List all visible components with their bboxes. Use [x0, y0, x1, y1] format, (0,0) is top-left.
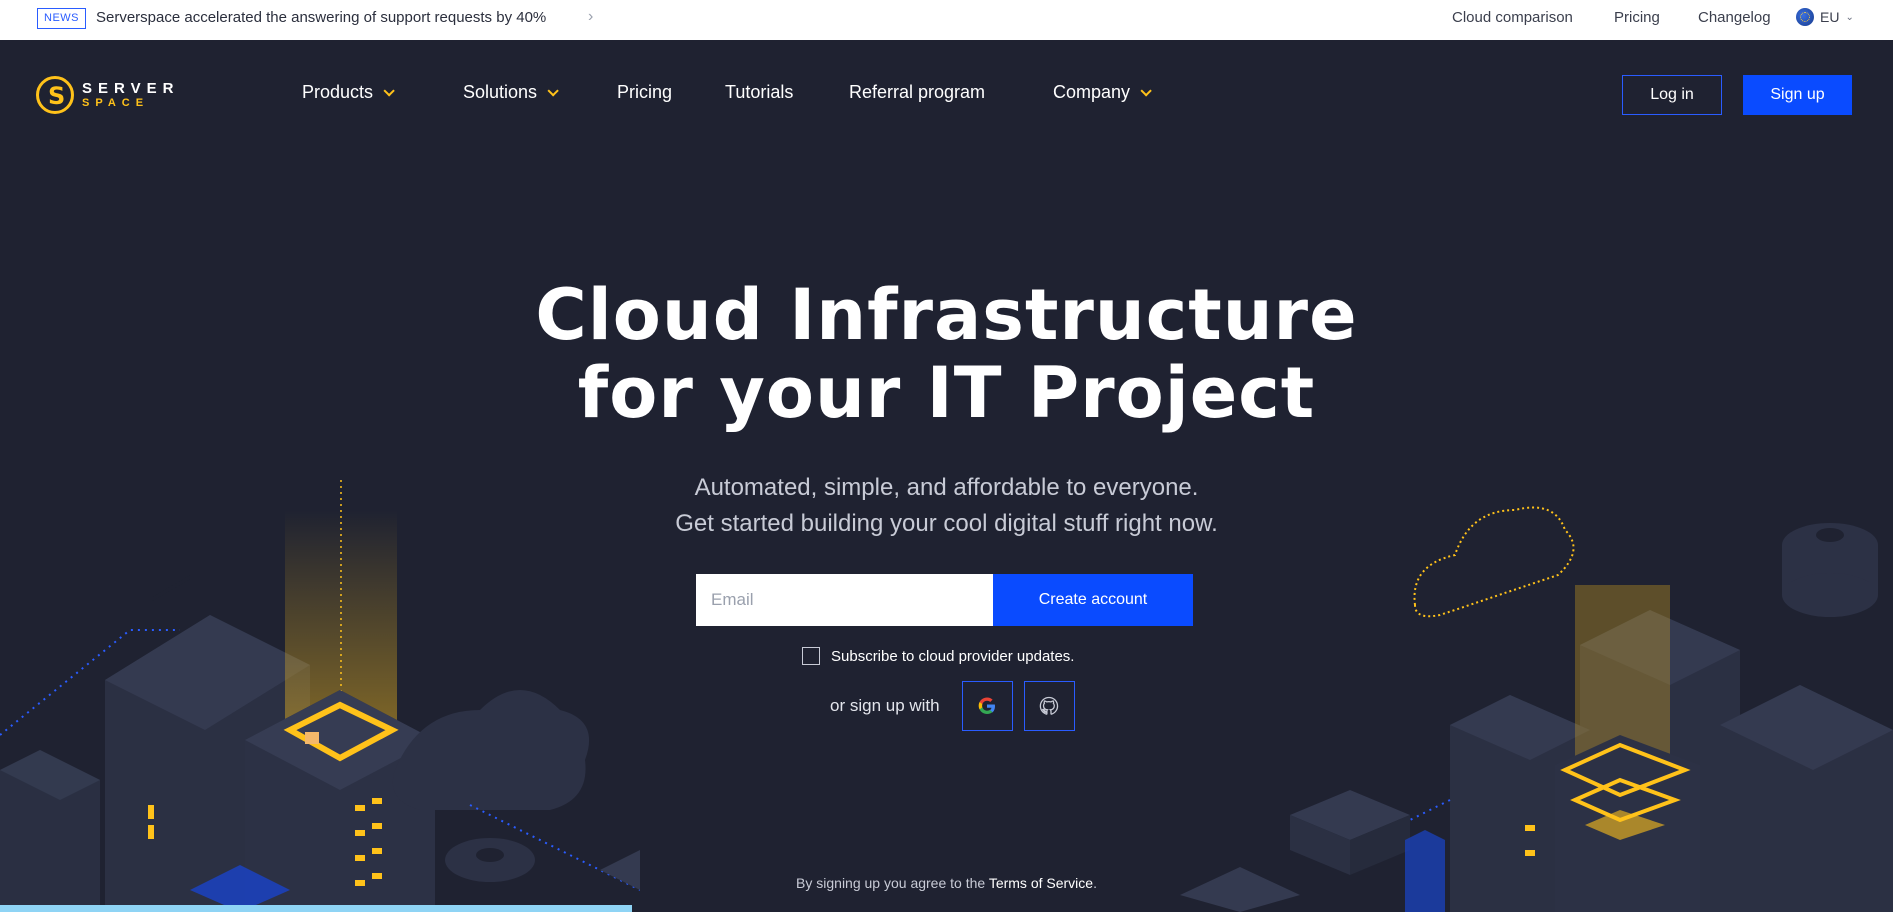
- logo-mark-icon: [36, 76, 74, 114]
- social-signup-label: or sign up with: [830, 696, 940, 715]
- terms-prefix: By signing up you agree to the: [796, 875, 989, 891]
- social-signup: or sign up with: [830, 681, 1086, 731]
- news-badge: NEWS: [37, 8, 86, 29]
- terms-notice: By signing up you agree to the Terms of …: [0, 875, 1893, 891]
- hero-subtitle: Automated, simple, and affordable to eve…: [0, 470, 1893, 542]
- hero-title-line-2: for your IT Project: [577, 352, 1316, 434]
- subscribe-option[interactable]: Subscribe to cloud provider updates.: [802, 647, 1074, 665]
- nav-referral-program[interactable]: Referral program: [849, 82, 985, 103]
- news-bar: NEWS Serverspace accelerated the answeri…: [0, 0, 1893, 40]
- nav-referral-label: Referral program: [849, 82, 986, 102]
- main-header: SERVER SPACE Products Solutions Pricing …: [0, 40, 1893, 150]
- chevron-down-icon: ⌄: [1845, 11, 1854, 23]
- google-signup-button[interactable]: [961, 681, 1013, 731]
- nav-solutions-label: Solutions: [463, 82, 538, 102]
- signup-form: Create account: [696, 574, 1193, 626]
- email-input[interactable]: [696, 574, 993, 626]
- changelog-link[interactable]: Changelog: [1698, 9, 1771, 26]
- nav-company-label: Company: [1053, 82, 1131, 102]
- nav-company[interactable]: Company: [1053, 82, 1152, 103]
- create-account-button[interactable]: Create account: [993, 574, 1193, 626]
- cookie-banner-edge: [0, 905, 632, 912]
- nav-solutions[interactable]: Solutions: [463, 82, 559, 103]
- subscribe-label: Subscribe to cloud provider updates.: [831, 647, 1075, 665]
- chevron-down-icon: [1140, 84, 1152, 97]
- nav-products-label: Products: [302, 82, 374, 102]
- news-headline-link[interactable]: Serverspace accelerated the answering of…: [96, 9, 546, 26]
- nav-pricing[interactable]: Pricing: [617, 82, 672, 103]
- logo-text-bottom: SPACE: [82, 97, 150, 109]
- cloud-comparison-link[interactable]: Cloud comparison: [1452, 9, 1573, 26]
- hero-subtitle-line-2: Get started building your cool digital s…: [675, 510, 1218, 537]
- region-label: EU: [1820, 9, 1840, 25]
- nav-products[interactable]: Products: [302, 82, 395, 103]
- nav-tutorials-label: Tutorials: [725, 82, 794, 102]
- globe-icon: [1796, 8, 1814, 26]
- nav-tutorials[interactable]: Tutorials: [725, 82, 793, 103]
- github-signup-button[interactable]: [1023, 681, 1075, 731]
- hero-subtitle-line-1: Automated, simple, and affordable to eve…: [694, 474, 1199, 501]
- chevron-down-icon: [383, 84, 395, 97]
- datacenter-illustration-right: [1180, 506, 1893, 912]
- chevron-right-icon[interactable]: ›: [588, 8, 593, 26]
- hero-title-line-1: Cloud Infrastructure: [535, 274, 1358, 356]
- top-pricing-link[interactable]: Pricing: [1614, 9, 1660, 26]
- signup-button[interactable]: Sign up: [1743, 75, 1852, 115]
- subscribe-checkbox[interactable]: [802, 647, 820, 665]
- terms-of-service-link[interactable]: Terms of Service: [989, 875, 1093, 891]
- logo[interactable]: SERVER SPACE: [36, 76, 179, 114]
- chevron-down-icon: [547, 84, 559, 97]
- region-selector[interactable]: EU ⌄: [1796, 8, 1854, 26]
- login-button[interactable]: Log in: [1622, 75, 1722, 115]
- github-icon: [1039, 696, 1059, 715]
- google-icon: [978, 697, 996, 714]
- hero-title: Cloud Infrastructure for your IT Project: [0, 276, 1893, 432]
- terms-suffix: .: [1093, 875, 1097, 891]
- logo-text-top: SERVER: [82, 80, 180, 97]
- nav-pricing-label: Pricing: [617, 82, 673, 102]
